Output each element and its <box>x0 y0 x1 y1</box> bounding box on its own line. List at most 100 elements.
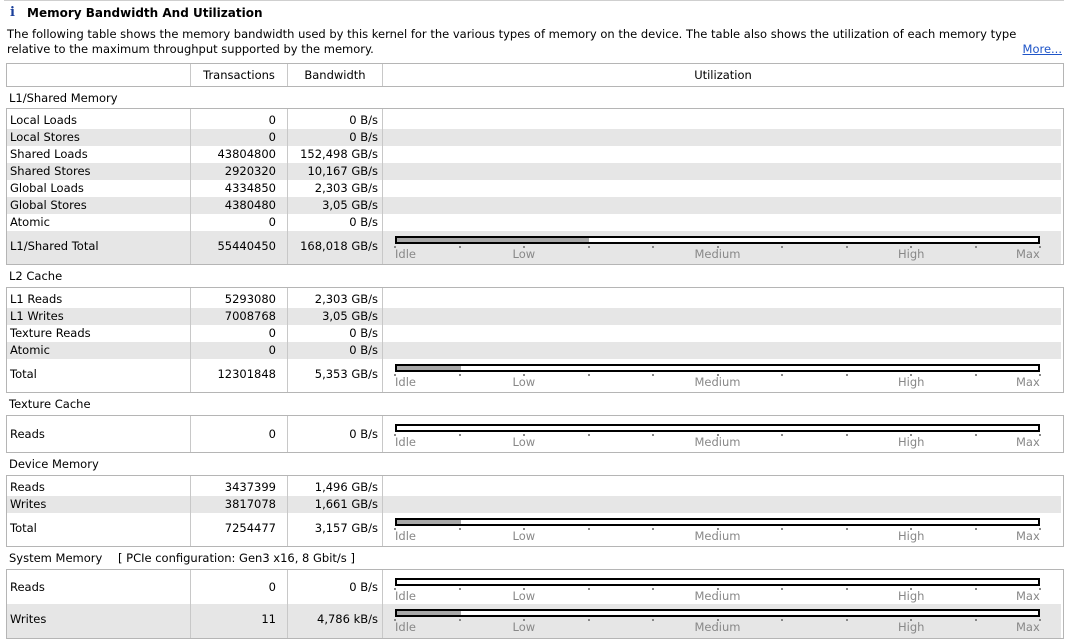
scale-tick <box>974 619 977 621</box>
scale-label-low: Low <box>512 375 536 389</box>
scale-tick <box>781 374 783 376</box>
row-name: Texture Reads <box>10 326 91 340</box>
row-transactions: 4334850 <box>224 181 276 195</box>
scale-tick <box>781 434 783 436</box>
scale-label-low: Low <box>512 435 536 449</box>
utilization-bar-fill <box>397 366 462 370</box>
row-bandwidth: 3,05 GB/s <box>322 198 378 212</box>
section-description: The following table shows the memory ban… <box>7 27 1017 56</box>
scale-tick <box>458 434 461 436</box>
row-transactions: 55440450 <box>217 239 276 253</box>
row-transactions: 43804800 <box>217 147 276 161</box>
utilization-bar-fill <box>397 611 462 615</box>
row-name: Reads <box>10 427 45 441</box>
group-title-l2-cache: L2 Cache <box>9 269 63 283</box>
utilization-bar-fill <box>397 238 590 242</box>
scale-tick <box>974 588 977 590</box>
scale-label-high: High <box>898 589 925 603</box>
column-divider <box>287 288 288 392</box>
row-name: Shared Stores <box>10 164 91 178</box>
utilization-bar-track <box>395 364 1040 372</box>
scale-label-low: Low <box>512 247 536 261</box>
scale-label-max: Max <box>1016 589 1040 603</box>
scale-tick <box>587 619 590 621</box>
row-bandwidth: 3,157 GB/s <box>314 521 378 535</box>
row-transactions: 0 <box>268 130 276 144</box>
column-header-transactions[interactable]: Transactions <box>191 68 287 82</box>
row-transactions: 0 <box>268 326 276 340</box>
row-transactions: 4380480 <box>224 198 276 212</box>
scale-tick <box>587 588 590 590</box>
scale-tick <box>652 619 654 621</box>
column-divider <box>190 570 191 638</box>
utilization-bar-track <box>395 236 1040 244</box>
row-bandwidth: 10,167 GB/s <box>307 164 378 178</box>
scale-label-high: High <box>898 247 925 261</box>
scale-tick <box>974 528 977 530</box>
utilization-bar-track <box>395 518 1040 526</box>
scale-label-medium: Medium <box>694 589 741 603</box>
scale-label-low: Low <box>512 620 536 634</box>
scale-tick <box>845 246 848 248</box>
scale-label-idle: Idle <box>395 529 416 543</box>
row-bandwidth: 1,661 GB/s <box>314 497 378 511</box>
row-transactions: 7254477 <box>224 521 276 535</box>
scale-label-max: Max <box>1016 435 1040 449</box>
row-name: L1 Writes <box>10 309 64 323</box>
scale-tick <box>652 434 654 436</box>
more-link[interactable]: More... <box>1023 42 1062 56</box>
column-divider <box>287 570 288 638</box>
utilization-bar-fill <box>397 520 462 524</box>
column-divider <box>287 416 288 452</box>
row-bandwidth: 1,496 GB/s <box>314 480 378 494</box>
scale-label-max: Max <box>1016 375 1040 389</box>
table-row: Local Stores 0 0 B/s <box>7 129 1061 146</box>
scale-label-high: High <box>898 435 925 449</box>
column-divider <box>382 416 383 452</box>
row-transactions: 3437399 <box>224 480 276 494</box>
header-rule <box>4 0 1064 1</box>
scale-label-high: High <box>898 529 925 543</box>
scale-tick <box>974 374 977 376</box>
row-name: Reads <box>10 480 45 494</box>
table-row: Shared Loads 43804800 152,498 GB/s <box>7 146 1061 163</box>
table-row: Atomic 0 0 B/s <box>7 214 1061 231</box>
scale-tick <box>781 588 783 590</box>
row-transactions: 0 <box>268 215 276 229</box>
scale-label-low: Low <box>512 529 536 543</box>
scale-tick <box>652 528 654 530</box>
group-title-device-memory: Device Memory <box>9 457 99 471</box>
row-transactions: 5293080 <box>224 292 276 306</box>
row-transactions: 0 <box>268 343 276 357</box>
scale-label-low: Low <box>512 589 536 603</box>
row-name: Atomic <box>10 215 50 229</box>
utilization-bar: Idle Low Medium High Max <box>388 606 1052 636</box>
scale-tick <box>587 434 590 436</box>
row-bandwidth: 152,498 GB/s <box>300 147 378 161</box>
row-transactions: 3817078 <box>224 497 276 511</box>
table-row: L1 Reads 5293080 2,303 GB/s <box>7 291 1061 308</box>
utilization-bar: Idle Low Medium High Max <box>388 233 1052 263</box>
scale-tick <box>458 528 461 530</box>
scale-label-idle: Idle <box>395 435 416 449</box>
table-row: Writes 3817078 1,661 GB/s <box>7 496 1061 513</box>
table-row: Reads 3437399 1,496 GB/s <box>7 479 1061 496</box>
scale-tick <box>458 588 461 590</box>
utilization-bar: Idle Low Medium High Max <box>388 575 1052 605</box>
group-title-system-memory: System Memory <box>9 551 103 565</box>
column-header-utilization[interactable]: Utilization <box>383 68 1063 82</box>
scale-label-high: High <box>898 620 925 634</box>
scale-tick <box>458 246 461 248</box>
row-name: Local Stores <box>10 130 80 144</box>
scale-label-max: Max <box>1016 247 1040 261</box>
row-transactions: 7008768 <box>224 309 276 323</box>
column-header-bandwidth[interactable]: Bandwidth <box>288 68 382 82</box>
scale-tick <box>781 246 783 248</box>
scale-tick <box>652 246 654 248</box>
scale-label-medium: Medium <box>694 247 741 261</box>
scale-tick <box>845 619 848 621</box>
scale-tick <box>845 374 848 376</box>
row-name: Global Loads <box>10 181 84 195</box>
row-name: L1/Shared Total <box>10 239 99 253</box>
table-row: Texture Reads 0 0 B/s <box>7 325 1061 342</box>
